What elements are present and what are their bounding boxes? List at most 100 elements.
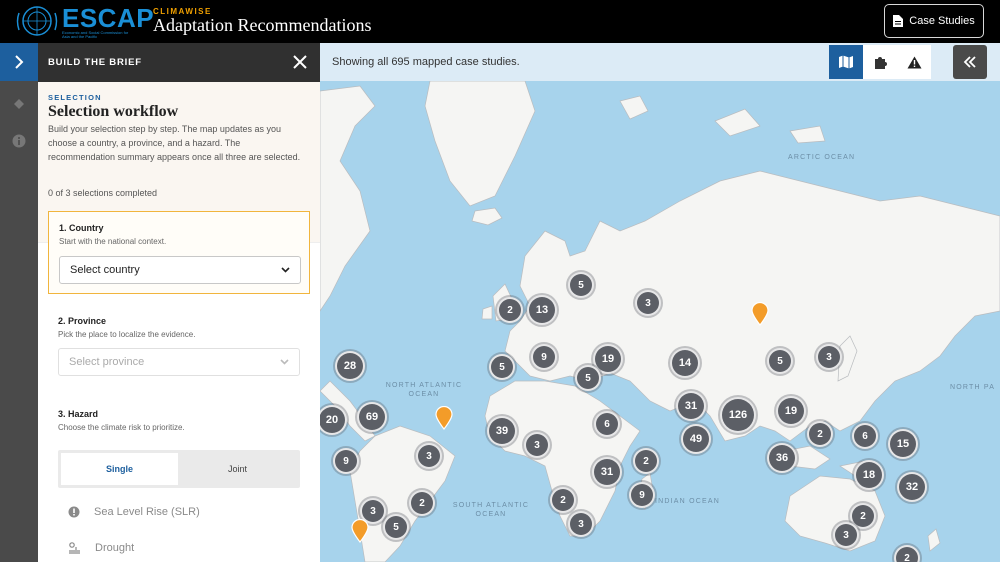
case-study-cluster[interactable]: 13 <box>527 295 557 325</box>
case-study-cluster[interactable]: 5 <box>767 348 793 374</box>
case-study-cluster[interactable]: 3 <box>816 344 842 370</box>
case-study-cluster[interactable]: 9 <box>629 482 655 508</box>
rail-layers-button[interactable] <box>11 96 27 112</box>
map-status-bar: Showing all 695 mapped case studies. <box>320 43 1000 81</box>
country-title: 1. Country <box>59 223 104 233</box>
case-study-cluster[interactable]: 3 <box>568 511 594 537</box>
case-study-cluster[interactable]: 6 <box>852 423 878 449</box>
case-study-cluster[interactable]: 28 <box>335 351 365 381</box>
ocean-label-north-pacific: NORTH PA <box>950 384 996 391</box>
panel-title: BUILD THE BRIEF <box>48 57 142 68</box>
case-study-cluster[interactable]: 2 <box>633 448 659 474</box>
case-study-cluster[interactable]: 2 <box>550 487 576 513</box>
province-subtitle: Pick the place to localize the evidence. <box>58 330 196 339</box>
case-study-cluster[interactable]: 18 <box>854 460 884 490</box>
ocean-label-arctic: ARCTIC OCEAN <box>788 154 856 161</box>
case-study-cluster[interactable]: 49 <box>681 424 711 454</box>
puzzle-view-button[interactable] <box>863 45 897 79</box>
case-study-cluster[interactable]: 2 <box>409 490 435 516</box>
hazard-card: 3. Hazard Choose the climate risk to pri… <box>48 398 310 562</box>
panel-header: BUILD THE BRIEF <box>38 43 320 82</box>
case-study-cluster[interactable]: 9 <box>333 448 359 474</box>
hazard-title: 3. Hazard <box>58 409 99 419</box>
country-card: 1. Country Start with the national conte… <box>48 211 310 294</box>
case-study-cluster[interactable]: 32 <box>897 472 927 502</box>
hazard-option-label: Drought <box>95 542 135 554</box>
case-study-cluster[interactable]: 5 <box>575 365 601 391</box>
case-study-cluster[interactable]: 2 <box>807 421 833 447</box>
case-study-cluster[interactable]: 5 <box>489 354 515 380</box>
chevron-down-icon <box>281 267 290 273</box>
case-study-cluster[interactable]: 126 <box>720 397 756 433</box>
puzzle-icon <box>874 56 887 69</box>
country-select[interactable]: Select country <box>59 256 301 284</box>
ocean-label-north-atlantic: NORTH ATLANTIC OCEAN <box>385 382 463 398</box>
hazard-option-label: Sea Level Rise (SLR) <box>94 506 200 518</box>
case-study-pin-icon[interactable] <box>351 519 369 543</box>
rail-expand-button[interactable] <box>0 43 38 81</box>
case-study-cluster[interactable]: 5 <box>568 272 594 298</box>
case-studies-label: Case Studies <box>909 15 975 27</box>
case-study-cluster[interactable]: 5 <box>383 514 409 540</box>
province-card: 2. Province Pick the place to localize t… <box>48 305 310 385</box>
hazard-mode-joint[interactable]: Joint <box>178 453 297 485</box>
case-study-cluster[interactable]: 39 <box>487 416 517 446</box>
case-study-cluster[interactable]: 3 <box>416 443 442 469</box>
hazard-subtitle: Choose the climate risk to prioritize. <box>58 423 185 432</box>
section-title: Selection workflow <box>48 103 179 120</box>
case-study-cluster[interactable]: 15 <box>888 429 918 459</box>
case-study-cluster[interactable]: 3 <box>524 432 550 458</box>
top-bar: ESCAP Economic and Social Commission for… <box>0 0 1000 43</box>
province-title: 2. Province <box>58 316 107 326</box>
map-icon <box>839 55 853 69</box>
case-study-cluster[interactable]: 19 <box>776 396 806 426</box>
ocean-label-south-atlantic: SOUTH ATLANTIC OCEAN <box>452 502 530 518</box>
left-rail <box>0 43 38 562</box>
province-select-value: Select province <box>69 356 145 368</box>
hazard-view-button[interactable] <box>897 45 931 79</box>
case-study-cluster[interactable]: 3 <box>833 522 859 548</box>
case-study-cluster[interactable]: 31 <box>592 457 622 487</box>
map-status-text: Showing all 695 mapped case studies. <box>332 56 520 68</box>
ocean-label-indian: INDIAN OCEAN <box>655 498 720 505</box>
close-icon[interactable] <box>292 54 308 70</box>
case-study-pin-icon[interactable] <box>751 302 769 326</box>
section-eyebrow: SELECTION <box>48 93 102 102</box>
world-map[interactable]: ARCTIC OCEAN NORTH ATLANTIC OCEAN SOUTH … <box>320 81 1000 562</box>
brief-panel: BUILD THE BRIEF SELECTION Selection work… <box>38 43 320 562</box>
country-select-value: Select country <box>70 264 140 276</box>
hazard-option-slr[interactable]: Sea Level Rise (SLR) <box>68 506 200 518</box>
hazard-option-drought[interactable]: Drought <box>68 542 134 554</box>
province-select[interactable]: Select province <box>58 348 300 376</box>
un-emblem-logo <box>16 6 58 36</box>
case-study-cluster[interactable]: 14 <box>670 348 700 378</box>
case-study-cluster[interactable]: 31 <box>676 391 706 421</box>
drought-icon <box>69 542 80 554</box>
warning-triangle-icon <box>907 56 921 68</box>
alert-circle-icon <box>68 506 80 518</box>
case-study-pin-icon[interactable] <box>435 406 453 430</box>
case-study-cluster[interactable]: 3 <box>635 290 661 316</box>
escap-logo-subtext: Economic and Social Commission for Asia … <box>62 30 129 39</box>
case-study-cluster[interactable]: 6 <box>594 411 620 437</box>
case-study-cluster[interactable]: 9 <box>531 344 557 370</box>
chevron-down-icon <box>280 359 289 365</box>
hazard-mode-single[interactable]: Single <box>61 453 178 485</box>
chevron-right-icon <box>15 55 24 69</box>
info-icon <box>12 134 26 148</box>
map-view-button[interactable] <box>829 45 863 79</box>
case-studies-button[interactable]: Case Studies <box>884 4 984 38</box>
document-icon <box>893 15 904 27</box>
diamond-icon <box>14 99 24 109</box>
case-study-cluster[interactable]: 69 <box>357 402 387 432</box>
selection-progress: 0 of 3 selections completed <box>48 188 158 198</box>
hazard-mode-toggle: Single Joint <box>58 450 300 488</box>
collapse-panel-button[interactable] <box>953 45 987 79</box>
rail-info-button[interactable] <box>11 133 27 149</box>
double-chevron-left-icon <box>963 56 976 68</box>
case-study-cluster[interactable]: 2 <box>497 297 523 323</box>
app-title: Adaptation Recommendations <box>153 15 372 35</box>
case-study-cluster[interactable]: 36 <box>767 443 797 473</box>
section-description: Build your selection step by step. The m… <box>48 124 301 162</box>
country-subtitle: Start with the national context. <box>59 237 167 246</box>
